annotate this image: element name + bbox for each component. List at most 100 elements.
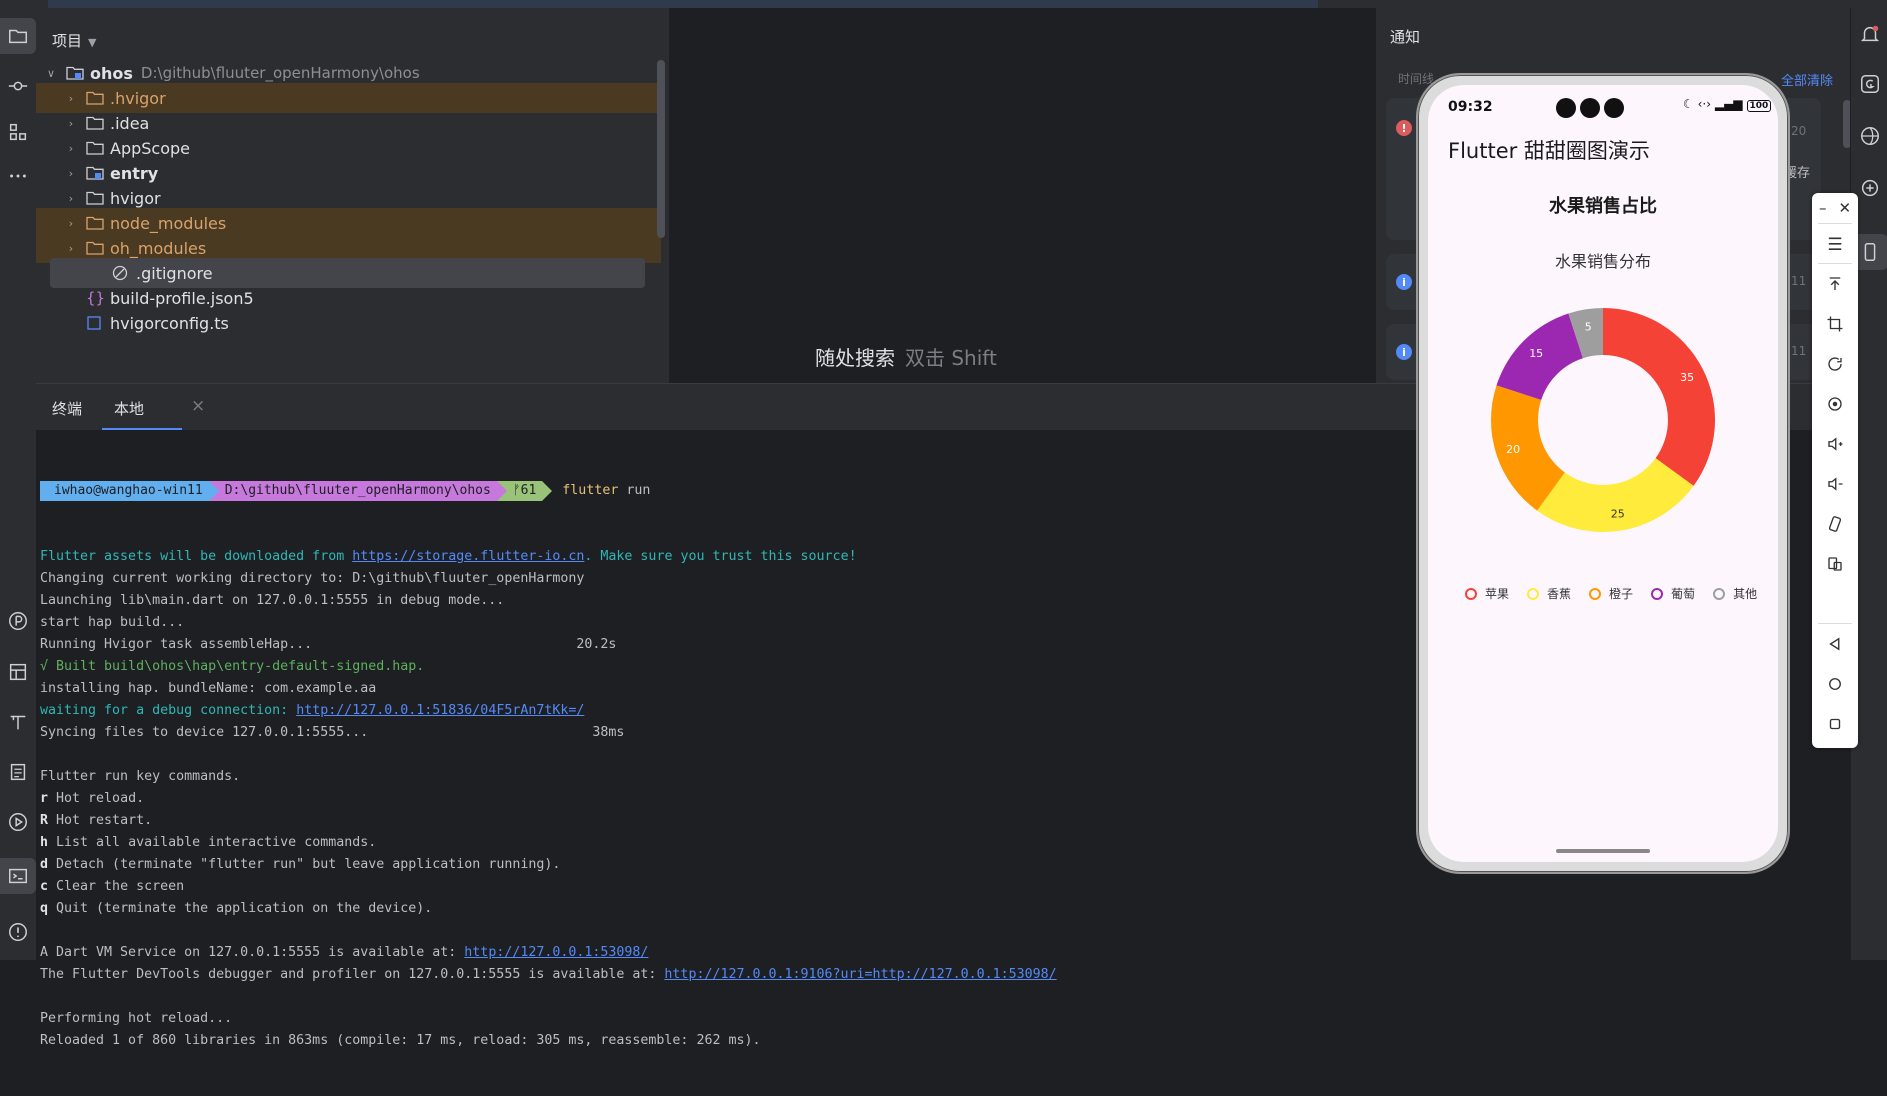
- terminal-link[interactable]: http://127.0.0.1:51836/04F5rAn7tKk=/: [296, 703, 584, 718]
- branch-icon: ᚠ: [512, 483, 521, 498]
- layout-tool-button[interactable]: [0, 654, 36, 690]
- commit-icon: [8, 81, 28, 91]
- build-tool-button[interactable]: [0, 704, 36, 740]
- legend-marker: [1527, 587, 1540, 600]
- module-folder-icon: [66, 65, 84, 81]
- tree-item-path: D:\github\fluuter_openHarmony\ohos: [140, 64, 420, 82]
- record-button[interactable]: [1812, 395, 1858, 413]
- crop-icon: [1827, 316, 1843, 332]
- profiler-tool-button[interactable]: [0, 603, 36, 639]
- terminal-text: √ Built build\ohos\hap\entry-default-sig…: [40, 659, 425, 674]
- multi-device-button[interactable]: [1812, 555, 1858, 573]
- back-button[interactable]: [1812, 635, 1858, 653]
- phone-screen[interactable]: 09:32 ☾ ‹·› ▂▄▆ 100 Flutter 甜甜圈图演示 水果销售占比…: [1428, 85, 1778, 862]
- terminal-output[interactable]: iwhao@wanghao-win11 D:\github\fluuter_op…: [40, 436, 1440, 1096]
- volume-down-button[interactable]: [1812, 475, 1858, 493]
- run-tool-button[interactable]: [0, 804, 36, 840]
- minimize-icon[interactable]: –: [1819, 199, 1827, 217]
- tree-item-label: .idea: [110, 113, 150, 133]
- folder-icon: [86, 140, 104, 156]
- terminal-line: Syncing files to device 127.0.0.1:5555..…: [40, 722, 1440, 744]
- terminal-link[interactable]: http://127.0.0.1:53098/: [464, 945, 648, 960]
- project-panel-title[interactable]: 项目 ▼: [52, 30, 96, 51]
- home-indicator[interactable]: [1556, 849, 1650, 853]
- notifications-tool-button[interactable]: [1851, 16, 1887, 52]
- slice-value-label: 15: [1529, 347, 1543, 360]
- project-scrollbar[interactable]: [657, 60, 665, 238]
- prompt-path-segment: D:\github\fluuter_openHarmony\ohos: [208, 481, 507, 501]
- volume-down-icon: [1828, 477, 1843, 491]
- close-icon[interactable]: ×: [191, 396, 205, 416]
- legend-item: 香蕉: [1527, 585, 1571, 602]
- close-icon[interactable]: ✕: [1838, 199, 1851, 217]
- terminal-tool-button[interactable]: [0, 858, 36, 894]
- legend-item: 橙子: [1589, 585, 1633, 602]
- chevron-right-icon[interactable]: ›: [64, 242, 78, 255]
- home-button[interactable]: [1812, 675, 1858, 693]
- problems-tool-button[interactable]: [0, 914, 36, 950]
- bell-icon: [1860, 25, 1879, 42]
- chevron-right-icon[interactable]: ›: [64, 92, 78, 105]
- project-tool-button[interactable]: [0, 18, 36, 54]
- device-manager-button[interactable]: [1851, 118, 1887, 154]
- json-file-icon: {}: [86, 289, 106, 307]
- chevron-right-icon[interactable]: ›: [64, 117, 78, 130]
- pin-top-button[interactable]: [1812, 275, 1858, 293]
- legend-label: 苹果: [1485, 587, 1510, 601]
- legend-item: 其他: [1713, 585, 1757, 602]
- terminal-text: waiting for a debug connection:: [40, 703, 297, 718]
- volume-up-button[interactable]: [1812, 435, 1858, 453]
- donut-slice[interactable]: [1603, 308, 1715, 486]
- prompt-branch-label: 61: [520, 483, 537, 498]
- chevron-right-icon[interactable]: ›: [64, 192, 78, 205]
- terminal-line: waiting for a debug connection: http://1…: [40, 700, 1440, 722]
- back-triangle-icon: [1829, 637, 1840, 651]
- chevron-right-icon[interactable]: ›: [64, 217, 78, 230]
- terminal-text: Clear the screen: [48, 879, 185, 894]
- screenshot-crop-button[interactable]: [1812, 315, 1858, 333]
- log-tool-button[interactable]: [0, 754, 36, 790]
- camera-dot: [1580, 98, 1600, 118]
- clear-all-link[interactable]: 全部清除: [1781, 70, 1833, 89]
- recents-square-icon: [1829, 718, 1841, 730]
- divider: [1818, 223, 1852, 224]
- terminal-text: List all available interactive commands.: [48, 835, 377, 850]
- terminal-text: Launching lib\main.dart on 127.0.0.1:555…: [40, 593, 505, 608]
- menu-button[interactable]: ☰: [1812, 235, 1858, 255]
- terminal-icon: [9, 868, 27, 884]
- donut-chart[interactable]: 35 25 20 15 5: [1483, 300, 1723, 540]
- tree-item[interactable]: hvigorconfig.ts: [36, 308, 661, 338]
- terminal-text: A Dart VM Service on 127.0.0.1:5555 is a…: [40, 945, 465, 960]
- terminal-line: Flutter assets will be downloaded from h…: [40, 546, 1440, 568]
- tree-item-label: ohos: [90, 63, 133, 83]
- tree-item-label: build-profile.json5: [110, 288, 254, 308]
- structure-tool-button[interactable]: [0, 114, 36, 150]
- slice-value-label: 25: [1611, 507, 1625, 520]
- terminal-text: The Flutter DevTools debugger and profil…: [40, 967, 665, 982]
- error-icon: !: [1396, 120, 1412, 136]
- chevron-right-icon[interactable]: ›: [64, 167, 78, 180]
- terminal-text: Running Hvigor task assembleHap... 20.2s: [40, 637, 617, 652]
- chevron-down-icon[interactable]: ∨: [44, 67, 58, 80]
- rotate-button[interactable]: [1812, 355, 1858, 373]
- notification-time: 11: [1791, 344, 1807, 358]
- shake-button[interactable]: [1812, 515, 1858, 533]
- tab-local[interactable]: 本地: [114, 398, 144, 419]
- transfer-icon: ‹·›: [1697, 97, 1712, 111]
- gradle-tool-button[interactable]: [1851, 66, 1887, 102]
- legend-marker: [1713, 587, 1726, 600]
- terminal-text: Reloaded 1 of 860 libraries in 863ms (co…: [40, 1033, 761, 1048]
- status-time: 09:32: [1448, 99, 1493, 115]
- terminal-link[interactable]: http://127.0.0.1:9106?uri=http://127.0.0…: [664, 967, 1056, 982]
- more-tools-button[interactable]: [0, 158, 36, 194]
- recents-button[interactable]: [1812, 715, 1858, 733]
- g-letter-icon: [1860, 75, 1879, 93]
- terminal-text: Flutter run key commands.: [40, 769, 241, 784]
- terminal-text: r: [40, 791, 49, 806]
- commit-tool-button[interactable]: [0, 68, 36, 104]
- chevron-right-icon[interactable]: ›: [64, 142, 78, 155]
- card-title: 水果销售占比: [1549, 196, 1657, 217]
- terminal-link[interactable]: https://storage.flutter-io.cn: [352, 549, 584, 564]
- tree-item-label: node_modules: [110, 213, 227, 233]
